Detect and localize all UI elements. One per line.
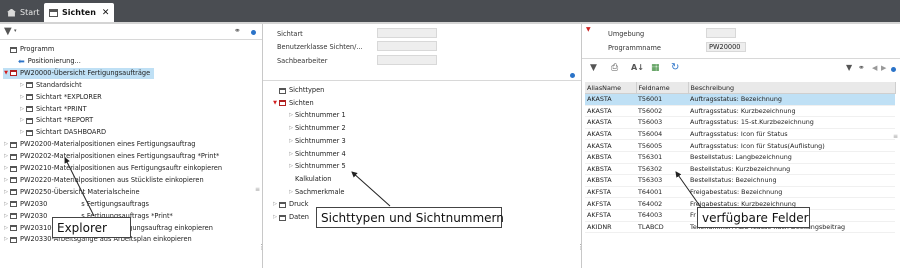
callout-felder: verfügbare Felder — [697, 207, 810, 228]
explorer-arrow — [64, 157, 95, 217]
callout-explorer: Explorer — [52, 217, 131, 238]
callout-sichttypen: Sichttypen und Sichtnummern — [316, 207, 504, 228]
types-arrow — [351, 171, 391, 207]
fields-arrow — [675, 171, 703, 210]
